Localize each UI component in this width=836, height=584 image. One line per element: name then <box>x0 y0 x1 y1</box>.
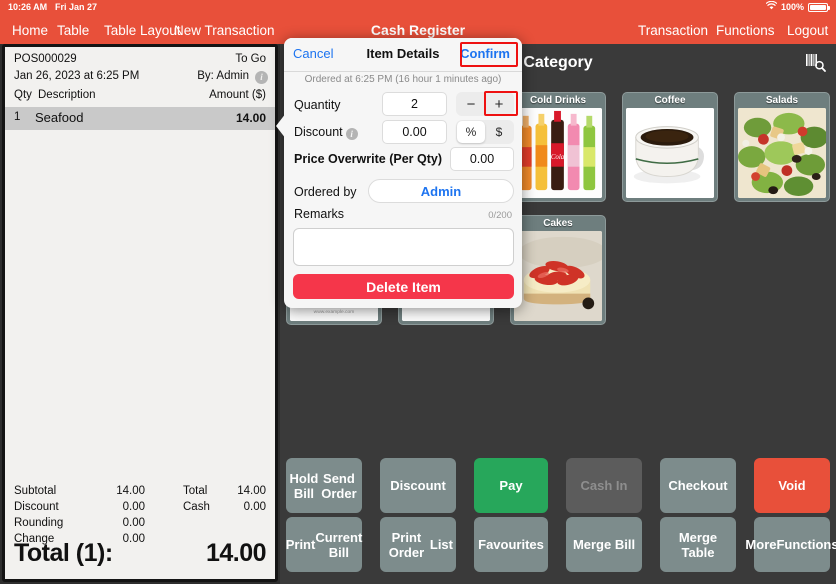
discount-input[interactable]: 0.00 <box>382 120 447 144</box>
print-order-list-button[interactable]: Print Order List <box>380 517 456 572</box>
discount-type-segmented-control: % $ <box>456 120 514 144</box>
print-current-bill-button[interactable]: Print Current Bill <box>286 517 362 572</box>
line-item-name: Seafood <box>35 110 84 125</box>
summary-label-subtotal: Subtotal <box>14 485 57 497</box>
tile-label: Cold Drinks <box>529 95 587 106</box>
cash-in-button: Cash In <box>566 458 642 513</box>
category-tile-coffee[interactable]: Coffee <box>622 92 718 202</box>
merge-table-button[interactable]: Merge Table <box>660 517 736 572</box>
quantity-input[interactable]: 2 <box>382 92 447 116</box>
status-time: 10:26 AM <box>8 2 48 12</box>
checkout-button[interactable]: Checkout <box>660 458 736 513</box>
info-icon[interactable]: i <box>255 71 268 84</box>
summary-label-total: Total <box>183 485 208 497</box>
battery-percent-label: 100% <box>780 2 804 12</box>
battery-icon <box>808 3 830 12</box>
ordered-by-label: Ordered by <box>294 185 357 199</box>
quantity-plus-button[interactable]: + <box>485 93 513 115</box>
grand-total-label: Total (1): <box>14 539 113 567</box>
receipt-datetime: Jan 26, 2023 at 6:25 PM <box>14 70 140 82</box>
receipt-panel: POS000029 To Go Jan 26, 2023 at 6:25 PM … <box>5 47 275 579</box>
strawberry-cake-image <box>514 231 602 321</box>
svg-text:www.example.com: www.example.com <box>314 309 355 315</box>
hold-bill-send-order-button[interactable]: Hold Bill Send Order <box>286 458 362 513</box>
col-header-qty: Qty <box>14 89 32 101</box>
discount-dollar-option[interactable]: $ <box>485 121 513 143</box>
category-tile-cold-drinks[interactable]: Cold Drinks Cola <box>510 92 606 202</box>
favourites-button[interactable]: Favourites <box>474 517 548 572</box>
more-functions-button[interactable]: More Functions <box>745 517 836 572</box>
summary-value-discount: 0.00 <box>122 501 145 513</box>
popover-header: Cancel Item Details Confirm <box>284 38 522 72</box>
void-button[interactable]: Void <box>754 458 830 513</box>
barcode-search-icon[interactable] <box>806 53 826 78</box>
receipt-line-item[interactable]: 1 Seafood 14.00 <box>5 107 275 130</box>
discount-percent-option[interactable]: % <box>457 121 485 143</box>
confirm-button[interactable]: Confirm <box>460 46 510 61</box>
col-header-amount: Amount ($) <box>209 89 266 101</box>
tile-label: Cakes <box>543 218 573 229</box>
coffee-cup-image <box>626 108 714 198</box>
col-header-description: Description <box>38 89 96 101</box>
nav-functions[interactable]: Functions <box>716 17 775 44</box>
summary-value-subtotal: 14.00 <box>116 485 145 497</box>
line-item-amount: 14.00 <box>235 111 266 125</box>
nav-table-layout[interactable]: Table Layout <box>104 17 181 44</box>
quantity-minus-button[interactable]: − <box>457 93 485 115</box>
popover-arrow <box>276 113 286 139</box>
remarks-textarea[interactable] <box>293 228 514 266</box>
ios-status-bar: 10:26 AM Fri Jan 27 100% <box>0 0 836 15</box>
tile-label: Salads <box>765 95 799 106</box>
quantity-stepper: − + <box>456 92 514 116</box>
summary-value-total: 14.00 <box>237 485 266 497</box>
nav-logout[interactable]: Logout <box>787 17 828 44</box>
ordered-at-subtitle: Ordered at 6:25 PM (16 hour 1 minutes ag… <box>304 74 502 85</box>
merge-bill-button[interactable]: Merge Bill <box>566 517 642 572</box>
summary-value-rounding: 0.00 <box>122 517 145 529</box>
delete-item-button[interactable]: Delete Item <box>293 274 514 299</box>
app-root: 10:26 AM Fri Jan 27 100% Cash Register H… <box>0 0 836 584</box>
receipt-grand-total: Total (1): 14.00 <box>5 539 275 573</box>
item-details-popover: Cancel Item Details Confirm Ordered at 6… <box>284 38 522 308</box>
summary-label-discount: Discount <box>14 501 59 513</box>
salad-bowl-image <box>738 108 826 198</box>
nav-home[interactable]: Home <box>12 17 48 44</box>
nav-new-transaction[interactable]: New Transaction <box>174 17 275 44</box>
summary-label-cash: Cash <box>183 501 210 513</box>
info-icon[interactable]: i <box>345 128 358 140</box>
receipt-order-type: To Go <box>235 53 266 65</box>
category-tile-salads[interactable]: Salads <box>734 92 830 202</box>
price-overwrite-label: Price Overwrite (Per Qty) <box>294 152 442 166</box>
tile-label: Coffee <box>654 95 686 106</box>
receipt-order-number: POS000029 <box>14 53 77 65</box>
status-date: Fri Jan 27 <box>55 2 98 12</box>
receipt-panel-frame: POS000029 To Go Jan 26, 2023 at 6:25 PM … <box>2 44 278 582</box>
summary-label-rounding: Rounding <box>14 517 64 529</box>
line-item-qty: 1 <box>14 111 21 123</box>
discount-button[interactable]: Discount <box>380 458 456 513</box>
remarks-label: Remarks <box>294 207 345 221</box>
nav-transaction[interactable]: Transaction <box>638 17 708 44</box>
discount-label: Discount i <box>294 125 358 140</box>
receipt-operator: By: Admin <box>197 70 249 82</box>
category-tile-cakes[interactable]: Cakes <box>510 215 606 325</box>
ordered-by-select[interactable]: Admin <box>368 179 514 203</box>
wifi-icon <box>765 0 778 15</box>
price-overwrite-input[interactable]: 0.00 <box>450 147 514 171</box>
remarks-char-count: 0/200 <box>488 210 512 221</box>
summary-value-cash: 0.00 <box>243 501 266 513</box>
nav-table[interactable]: Table <box>57 17 89 44</box>
grand-total-value: 14.00 <box>205 539 267 567</box>
pay-button[interactable]: Pay <box>474 458 548 513</box>
status-right-group: 100% <box>765 0 830 15</box>
soda-bottles-image: Cola <box>514 108 602 198</box>
svg-text:Cola: Cola <box>551 154 565 161</box>
quantity-label: Quantity <box>294 98 341 112</box>
